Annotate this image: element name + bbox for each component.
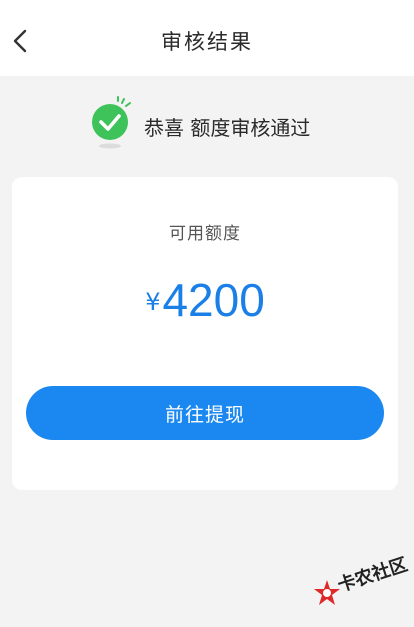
nav-bar: 审核结果 bbox=[0, 0, 414, 76]
amount-value: 4200 bbox=[162, 274, 265, 326]
amount-display: ¥4200 bbox=[12, 273, 398, 327]
watermark-text: 卡农社区 bbox=[335, 554, 411, 597]
result-status: 恭喜 额度审核通过 bbox=[0, 96, 414, 152]
check-circle-icon bbox=[92, 96, 131, 149]
amount-card: 可用额度 ¥4200 前往提现 bbox=[12, 177, 398, 490]
page-title: 审核结果 bbox=[161, 30, 253, 54]
watermark: 卡农社区 bbox=[312, 554, 412, 616]
amount-label: 可用额度 bbox=[169, 224, 241, 244]
currency-symbol: ¥ bbox=[145, 288, 161, 316]
result-message: 恭喜 额度审核通过 bbox=[144, 116, 311, 140]
withdraw-button[interactable]: 前往提现 bbox=[26, 386, 384, 440]
